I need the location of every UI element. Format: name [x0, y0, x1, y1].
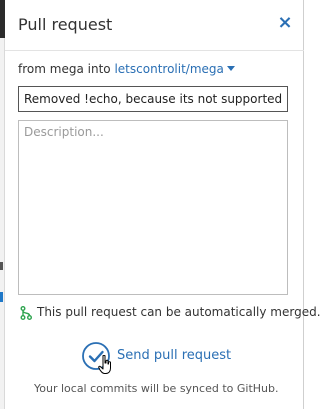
- target-branch-dropdown[interactable]: letscontrolit/mega: [114, 62, 235, 76]
- screen: Pull request × from mega into letscontro…: [0, 0, 320, 409]
- header-divider: [5, 50, 304, 51]
- close-icon[interactable]: ×: [276, 13, 294, 33]
- into-label: into: [87, 62, 111, 76]
- branch-selector: from mega into letscontrolit/mega: [18, 62, 235, 76]
- source-branch: mega: [49, 62, 84, 76]
- merge-icon: [20, 306, 32, 320]
- from-label: from: [18, 62, 46, 76]
- target-branch-label: letscontrolit/mega: [114, 62, 224, 76]
- chevron-down-icon: [226, 66, 235, 71]
- merge-status-text: This pull request can be automatically m…: [37, 305, 320, 319]
- pull-request-panel: Pull request × from mega into letscontro…: [5, 0, 320, 409]
- background-text-fragment: [0, 262, 3, 270]
- send-pull-request-label: Send pull request: [117, 348, 232, 363]
- mouse-cursor-icon: [98, 355, 111, 374]
- panel-header: Pull request ×: [5, 0, 304, 50]
- panel-title: Pull request: [18, 15, 113, 34]
- sync-note: Your local commits will be synced to Git…: [34, 382, 279, 395]
- background-link-fragment: [0, 292, 3, 302]
- pull-request-title-input[interactable]: [18, 86, 288, 112]
- pull-request-description-input[interactable]: [18, 120, 288, 295]
